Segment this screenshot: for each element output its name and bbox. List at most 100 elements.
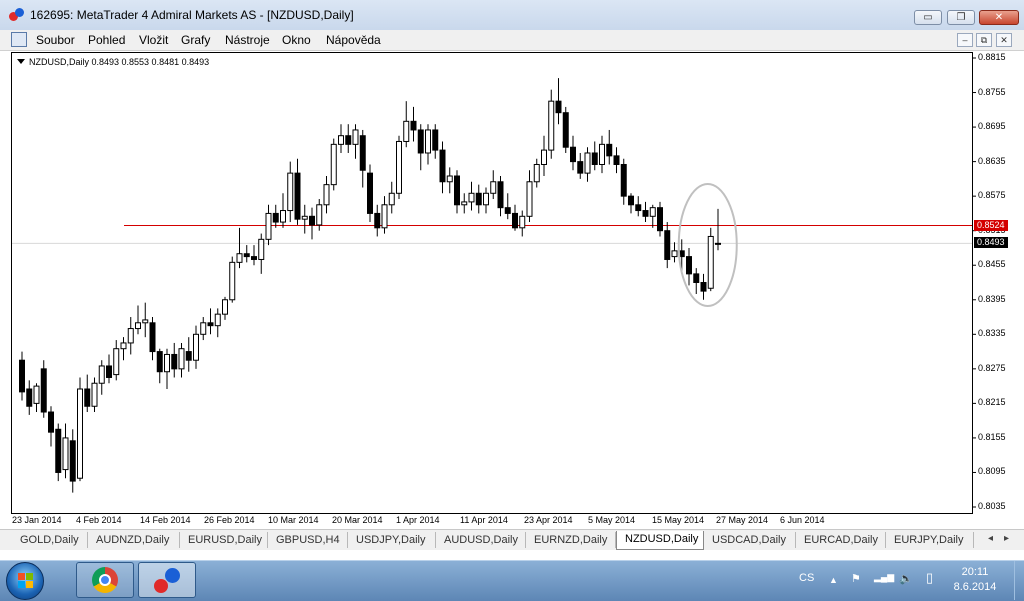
candle xyxy=(62,423,69,479)
candle xyxy=(229,256,236,303)
taskbar-clock[interactable]: 20:11 8.6.2014 xyxy=(950,565,1000,595)
candle xyxy=(570,135,576,171)
candle xyxy=(446,167,453,194)
candle xyxy=(330,138,337,191)
candle xyxy=(222,296,228,320)
taskbar-metatrader[interactable] xyxy=(138,562,196,598)
candle xyxy=(272,204,279,228)
candle xyxy=(693,268,700,295)
candle xyxy=(33,383,40,413)
candle xyxy=(461,193,468,214)
candle xyxy=(526,170,533,223)
candle xyxy=(171,342,178,378)
candle xyxy=(396,135,402,200)
candle xyxy=(91,377,98,413)
candle xyxy=(26,380,33,415)
x-tick-label: 26 Feb 2014 xyxy=(204,515,255,525)
candle xyxy=(84,374,91,413)
candle xyxy=(185,337,192,372)
candle xyxy=(410,106,417,142)
candle xyxy=(149,317,156,361)
candle xyxy=(613,147,620,174)
candle xyxy=(649,204,656,228)
candle xyxy=(468,181,475,211)
candle xyxy=(512,204,518,231)
candle xyxy=(381,196,388,234)
y-tick-label: 0.8155 xyxy=(978,431,1006,442)
candle xyxy=(374,204,381,237)
tab-gold-daily[interactable]: GOLD,Daily xyxy=(12,532,88,548)
taskbar-chrome[interactable] xyxy=(76,562,134,598)
candle xyxy=(388,181,395,214)
candle xyxy=(417,124,424,171)
y-tick-label: 0.8635 xyxy=(978,155,1006,166)
candle xyxy=(620,158,627,205)
candle xyxy=(301,204,308,234)
candle xyxy=(113,340,120,381)
y-tick-label: 0.8575 xyxy=(978,190,1006,201)
x-tick-label: 15 May 2014 xyxy=(652,515,705,525)
tab-eurnzd-daily[interactable]: EURNZD,Daily xyxy=(526,532,616,548)
tabs-scroll-left-icon[interactable]: ◂ xyxy=(988,533,993,544)
chart-tabs: GOLD,Daily AUDNZD,Daily EURUSD,Daily GBP… xyxy=(0,529,1024,550)
candle xyxy=(106,354,112,384)
tab-usdjpy-daily[interactable]: USDJPY,Daily xyxy=(348,532,436,548)
candle xyxy=(323,176,330,214)
tab-audnzd-daily[interactable]: AUDNZD,Daily xyxy=(88,532,180,548)
tab-eurusd-daily[interactable]: EURUSD,Daily xyxy=(180,532,268,548)
battery-icon[interactable]: ▯ xyxy=(926,570,933,586)
x-tick-label: 5 May 2014 xyxy=(588,515,636,525)
candle xyxy=(359,129,366,188)
tab-nzdusd-daily[interactable]: NZDUSD,Daily xyxy=(616,531,704,550)
candle xyxy=(338,124,344,153)
candle xyxy=(142,302,149,338)
tab-gbpusd-h4[interactable]: GBPUSD,H4 xyxy=(268,532,348,548)
language-indicator[interactable]: CS xyxy=(799,572,814,584)
candle xyxy=(533,158,540,188)
y-tick-label: 0.8035 xyxy=(978,501,1006,511)
x-tick-label: 4 Feb 2014 xyxy=(76,515,122,525)
clock-date: 8.6.2014 xyxy=(953,581,997,593)
x-tick-label: 1 Apr 2014 xyxy=(396,515,440,525)
candle xyxy=(214,308,221,338)
candle xyxy=(504,193,511,220)
tab-eurjpy-daily[interactable]: EURJPY,Daily xyxy=(886,532,974,548)
candle xyxy=(345,124,352,153)
x-tick-label: 20 Mar 2014 xyxy=(332,515,383,525)
candle xyxy=(664,222,671,269)
x-tick-label: 11 Apr 2014 xyxy=(460,515,508,525)
candle xyxy=(40,360,47,418)
tabs-scroll-right-icon[interactable]: ▸ xyxy=(1004,533,1009,544)
candle xyxy=(541,135,547,177)
candle xyxy=(69,429,76,493)
show-hidden-icons-icon[interactable]: ▲ xyxy=(829,575,838,585)
candle xyxy=(686,247,692,286)
candle xyxy=(48,406,54,447)
chrome-icon xyxy=(92,567,118,593)
candle xyxy=(425,124,431,165)
y-tick-label: 0.8215 xyxy=(978,397,1006,408)
candle xyxy=(251,245,257,266)
action-center-flag-icon[interactable]: ⚑ xyxy=(851,572,861,585)
y-tick-label: 0.8275 xyxy=(978,362,1006,373)
candle xyxy=(483,187,489,214)
candle xyxy=(671,242,678,263)
start-button[interactable] xyxy=(6,562,44,600)
candle xyxy=(236,227,243,269)
candle xyxy=(207,308,214,335)
candle xyxy=(367,164,373,223)
network-signal-icon[interactable]: ▂▄▆ xyxy=(874,572,894,583)
candle xyxy=(707,227,714,292)
tab-audusd-daily[interactable]: AUDUSD,Daily xyxy=(436,532,526,548)
y-tick-label: 0.8455 xyxy=(978,259,1006,270)
speaker-icon[interactable]: 🔈 xyxy=(899,572,913,585)
candle xyxy=(700,273,707,300)
tab-usdcad-daily[interactable]: USDCAD,Daily xyxy=(704,532,796,548)
candle xyxy=(193,325,199,369)
y-tick-label: 0.8815 xyxy=(978,52,1006,62)
tab-eurcad-daily[interactable]: EURCAD,Daily xyxy=(796,532,886,548)
show-desktop-button[interactable] xyxy=(1014,561,1024,600)
candle xyxy=(294,158,301,225)
candle xyxy=(135,305,141,335)
x-tick-label: 23 Apr 2014 xyxy=(524,515,573,525)
